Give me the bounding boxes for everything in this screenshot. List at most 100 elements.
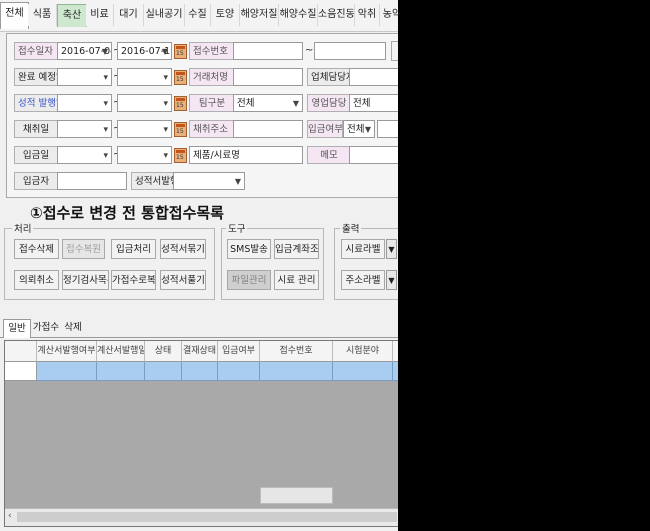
tab-air[interactable]: 대기 [114, 4, 144, 26]
receipt-no-to-input[interactable] [314, 42, 386, 60]
depositor-label: 입금자 [14, 172, 58, 190]
copy-to-temp-receipt-button[interactable]: 가접수로복사 [111, 270, 156, 290]
delete-receipt-button[interactable]: 접수삭제 [14, 239, 59, 259]
column-header[interactable]: 입금여부 [218, 341, 260, 362]
sample-date-from-input[interactable] [57, 120, 112, 138]
annotation-text: ①접수로 변경 전 통합접수목록 [30, 204, 224, 222]
done-date-from-input[interactable] [57, 68, 112, 86]
tools-group-label: 도구 [226, 221, 248, 235]
sales-select[interactable]: 전체 [349, 94, 398, 112]
tab-livestock[interactable]: 축산 [57, 4, 87, 27]
app-window: 전체 식품 축산 비료 대기 실내공기 수질 토양 해양저질 해양수질 소음진동… [0, 0, 398, 531]
receipt-no-label: 접수번호 [189, 42, 235, 60]
done-date-to-input[interactable] [117, 68, 172, 86]
grid-cell[interactable] [218, 362, 260, 381]
chevron-down-icon[interactable]: ▼ [386, 239, 397, 259]
scrollbar-thumb[interactable] [17, 512, 397, 522]
manager-label: 업체담당자 [307, 68, 351, 86]
restore-receipt-button[interactable]: 접수복원 [62, 239, 105, 259]
deposit-date-label: 입금일 [14, 146, 58, 164]
tab-soil[interactable]: 토양 [211, 4, 240, 26]
sample-date-to-input[interactable] [117, 120, 172, 138]
account-lookup-button[interactable]: 입금계좌조회 [274, 239, 319, 259]
sms-send-button[interactable]: SMS발송 [227, 239, 271, 259]
column-header[interactable]: 접수번호 [260, 341, 333, 362]
deposit-process-button[interactable]: 입금처리 [111, 239, 156, 259]
receipt-no-search-button[interactable] [391, 41, 398, 61]
grid-cell[interactable] [97, 362, 145, 381]
calendar-icon[interactable] [174, 148, 187, 163]
file-manage-button[interactable]: 파일관리 [227, 270, 271, 290]
calendar-icon[interactable] [174, 96, 187, 111]
report-issue-label: 성적서발행 [131, 172, 175, 190]
memo-label: 메모 [307, 146, 351, 164]
depositor-input[interactable] [57, 172, 127, 190]
receipt-date-from-input[interactable]: 2016-07-04 [57, 42, 112, 60]
column-header[interactable]: 결재상태 [182, 341, 218, 362]
grid-cell[interactable] [182, 362, 218, 381]
calendar-icon[interactable] [174, 122, 187, 137]
tab-water[interactable]: 수질 [185, 4, 211, 26]
deposit-flag-label: 입금여부 [307, 120, 343, 138]
column-header[interactable]: 시험분야 [333, 341, 393, 362]
tab-general[interactable]: 일반 [3, 319, 31, 338]
deposit-flag-select[interactable]: 전체 [343, 120, 375, 138]
address-label-print-button[interactable]: 주소라벨 [341, 270, 385, 290]
calendar-icon[interactable] [174, 44, 187, 59]
process-group-label: 처리 [12, 221, 34, 235]
grid-cell[interactable] [333, 362, 393, 381]
column-header[interactable]: 계산서발행여부 [37, 341, 97, 362]
bundle-report-button[interactable]: 성적서묶기 [160, 239, 206, 259]
deposit-date-from-input[interactable] [57, 146, 112, 164]
row-header-corner [5, 341, 37, 362]
tab-odor[interactable]: 악취 [355, 4, 380, 26]
grid-cell[interactable] [260, 362, 333, 381]
tab-fertilizer[interactable]: 비료 [86, 4, 114, 26]
type-label: 팀구분 [189, 94, 235, 112]
receipt-no-tilde: ~ [305, 45, 314, 56]
sample-addr-label: 채취주소 [189, 120, 235, 138]
calendar-icon[interactable] [174, 70, 187, 85]
tab-indoor-air[interactable]: 실내공기 [144, 4, 185, 26]
tab-deleted[interactable]: 삭제 [62, 319, 84, 337]
manager-input[interactable] [349, 68, 398, 86]
sample-date-label: 채취일 [14, 120, 58, 138]
grid-cell[interactable] [393, 362, 398, 381]
deposit-extra-input[interactable] [377, 120, 398, 138]
type-select[interactable]: 전체 [233, 94, 303, 112]
tab-temp-receipt[interactable]: 가접수 [32, 319, 60, 337]
tab-marine-water[interactable]: 해양수질 [279, 4, 318, 26]
report-issue-select[interactable] [173, 172, 245, 190]
report-date-from-input[interactable] [57, 94, 112, 112]
tab-all[interactable]: 전체 [0, 2, 29, 29]
tab-food[interactable]: 식품 [28, 4, 57, 26]
report-date-to-input[interactable] [117, 94, 172, 112]
sample-name-input[interactable]: 제품/시료명 [189, 146, 303, 164]
chevron-down-icon[interactable]: ▼ [386, 270, 397, 290]
cancel-request-button[interactable]: 의뢰취소 [14, 270, 59, 290]
receipt-no-from-input[interactable] [233, 42, 303, 60]
grid-cell[interactable] [145, 362, 182, 381]
deposit-date-to-input[interactable] [117, 146, 172, 164]
tab-pesticide[interactable]: 농약 [380, 4, 398, 26]
receipt-date-to-input[interactable]: 2016-07-11 [117, 42, 172, 60]
grid-cell[interactable] [37, 362, 97, 381]
client-input[interactable] [233, 68, 303, 86]
receipt-grid[interactable]: 계산서발행여부 계산서발행일 상태 결재상태 입금여부 접수번호 시험분야 ‹ [4, 340, 398, 527]
sample-label-print-button[interactable]: 시료라벨 [341, 239, 385, 259]
unbundle-report-button[interactable]: 성적서풀기 [160, 270, 206, 290]
horizontal-scrollbar[interactable]: ‹ [5, 508, 398, 526]
summary-cell [260, 487, 333, 504]
column-header[interactable] [393, 341, 398, 362]
tab-noise-vibration[interactable]: 소음진동 [318, 4, 355, 26]
sample-manage-button[interactable]: 시료 관리 [274, 270, 319, 290]
tab-marine-sediment[interactable]: 해양저질 [240, 4, 279, 26]
memo-input[interactable] [349, 146, 398, 164]
column-header[interactable]: 상태 [145, 341, 182, 362]
periodic-inspection-list-button[interactable]: 정기검사목록 [62, 270, 109, 290]
row-header[interactable] [5, 362, 37, 381]
scroll-left-icon[interactable]: ‹ [8, 511, 12, 521]
list-tab-bar: 일반 가접수 삭제 [0, 317, 398, 338]
sample-addr-input[interactable] [233, 120, 303, 138]
column-header[interactable]: 계산서발행일 [97, 341, 145, 362]
